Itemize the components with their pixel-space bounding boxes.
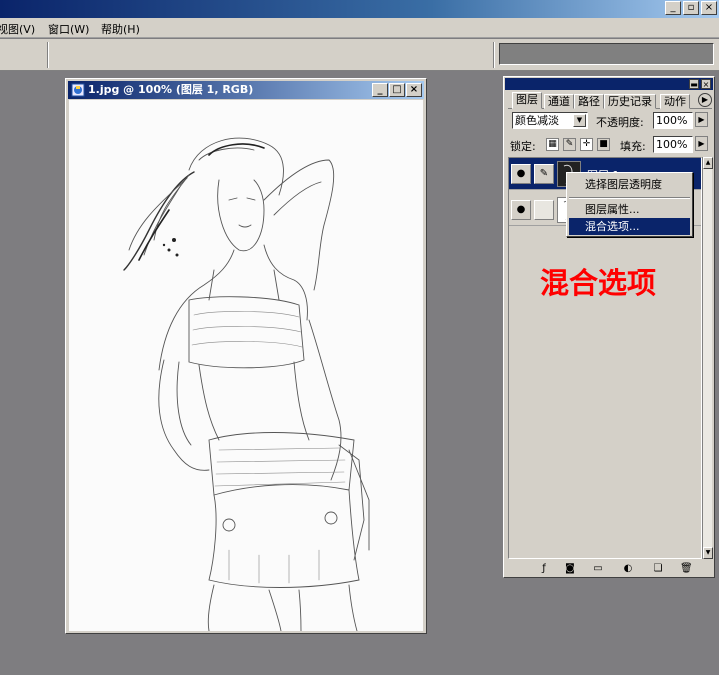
restore-button[interactable]: ▫ <box>683 1 699 15</box>
blend-opacity-row: 颜色减淡 ▼ 不透明度: 100% ▶ <box>508 112 712 132</box>
palette-tabs: 图层 通道 路径 历史记录 动作 <box>508 92 712 109</box>
link-slot[interactable] <box>534 200 554 220</box>
layer-context-menu: 选择图层透明度 图层属性... 混合选项... <box>566 172 693 237</box>
scroll-up-icon[interactable]: ▲ <box>703 157 713 169</box>
pencil-sketch-image <box>123 137 370 631</box>
eye-icon[interactable]: ● <box>511 164 531 184</box>
menu-item-blending-options[interactable]: 混合选项... <box>569 218 690 235</box>
close-button[interactable]: × <box>701 1 717 15</box>
minimize-button[interactable]: _ <box>665 1 681 15</box>
menu-item-select-layer-transparency[interactable]: 选择图层透明度 <box>569 176 690 193</box>
eye-icon[interactable]: ● <box>511 200 531 220</box>
menu-item-layer-properties[interactable]: 图层属性... <box>569 201 690 218</box>
lock-move-icon[interactable]: ✛ <box>580 138 593 151</box>
palette-title-bar[interactable]: ▬ × <box>505 78 713 90</box>
options-separator <box>47 42 49 68</box>
document-title: 1.jpg @ 100% (图层 1, RGB) <box>88 83 254 96</box>
options-bar <box>0 39 719 71</box>
menu-view[interactable]: 视图(V) <box>0 21 35 37</box>
opacity-label: 不透明度: <box>596 116 644 129</box>
lock-label: 锁定: <box>510 140 536 153</box>
document-window: 1.jpg @ 100% (图层 1, RGB) _ □ × <box>65 78 427 634</box>
menu-window[interactable]: 窗口(W) <box>48 21 89 37</box>
photoshop-doc-icon <box>71 83 85 97</box>
lock-fill-row: 锁定: ▦ ✎ ✛ ■ 填充: 100% ▶ <box>508 135 712 155</box>
palette-well[interactable] <box>499 43 714 65</box>
new-layer-icon[interactable]: ❏ <box>652 563 664 575</box>
doc-minimize-button[interactable]: _ <box>372 83 388 97</box>
opacity-arrow-icon[interactable]: ▶ <box>695 112 708 127</box>
app-title-bar: _ ▫ × <box>0 0 719 18</box>
options-separator <box>493 42 495 68</box>
tab-actions[interactable]: 动作 <box>660 94 690 109</box>
lock-all-icon[interactable]: ■ <box>597 138 610 151</box>
tab-history[interactable]: 历史记录 <box>604 94 656 109</box>
doc-close-button[interactable]: × <box>406 83 422 97</box>
new-group-icon[interactable]: ▭ <box>592 563 604 575</box>
layers-palette: ▬ × 图层 通道 路径 历史记录 动作 ▶ 颜色减淡 ▼ 不透明度: 100%… <box>503 76 715 578</box>
palette-menu-arrow-icon[interactable]: ▶ <box>698 93 712 107</box>
scroll-down-icon[interactable]: ▼ <box>703 547 713 559</box>
palette-close-button[interactable]: × <box>701 79 711 89</box>
trash-icon[interactable]: 🗑 <box>680 563 693 575</box>
lock-transparency-icon[interactable]: ▦ <box>546 138 559 151</box>
palette-minimize-button[interactable]: ▬ <box>689 79 699 89</box>
adjustment-layer-icon[interactable]: ◐ <box>622 563 634 575</box>
palette-bottom-bar: ƒ ◙ ▭ ◐ ❏ 🗑 <box>508 563 712 577</box>
tab-paths[interactable]: 路径 <box>574 94 604 109</box>
lock-brush-icon[interactable]: ✎ <box>563 138 576 151</box>
fill-arrow-icon[interactable]: ▶ <box>695 136 708 151</box>
opacity-input[interactable]: 100% <box>653 112 693 129</box>
document-title-bar[interactable]: 1.jpg @ 100% (图层 1, RGB) _ □ × <box>68 81 424 99</box>
brush-icon[interactable]: ✎ <box>534 164 554 184</box>
fill-input[interactable]: 100% <box>653 136 693 153</box>
layer-style-icon[interactable]: ƒ <box>538 563 550 575</box>
menu-bar: 视图(V) 窗口(W) 帮助(H) <box>0 18 719 38</box>
menu-help[interactable]: 帮助(H) <box>101 21 140 37</box>
blend-mode-value: 颜色减淡 <box>515 114 559 127</box>
tab-channels[interactable]: 通道 <box>544 94 574 109</box>
chevron-down-icon[interactable]: ▼ <box>573 114 586 127</box>
blend-mode-select[interactable]: 颜色减淡 ▼ <box>512 112 588 129</box>
fill-label: 填充: <box>620 140 646 153</box>
annotation-label: 混合选项 <box>540 266 657 300</box>
tab-layers[interactable]: 图层 <box>512 92 542 109</box>
menu-separator <box>569 197 690 199</box>
doc-maximize-button[interactable]: □ <box>389 83 405 97</box>
add-mask-icon[interactable]: ◙ <box>564 563 576 575</box>
image-canvas[interactable] <box>69 100 423 631</box>
layers-scrollbar[interactable]: ▲ ▼ <box>702 157 713 559</box>
